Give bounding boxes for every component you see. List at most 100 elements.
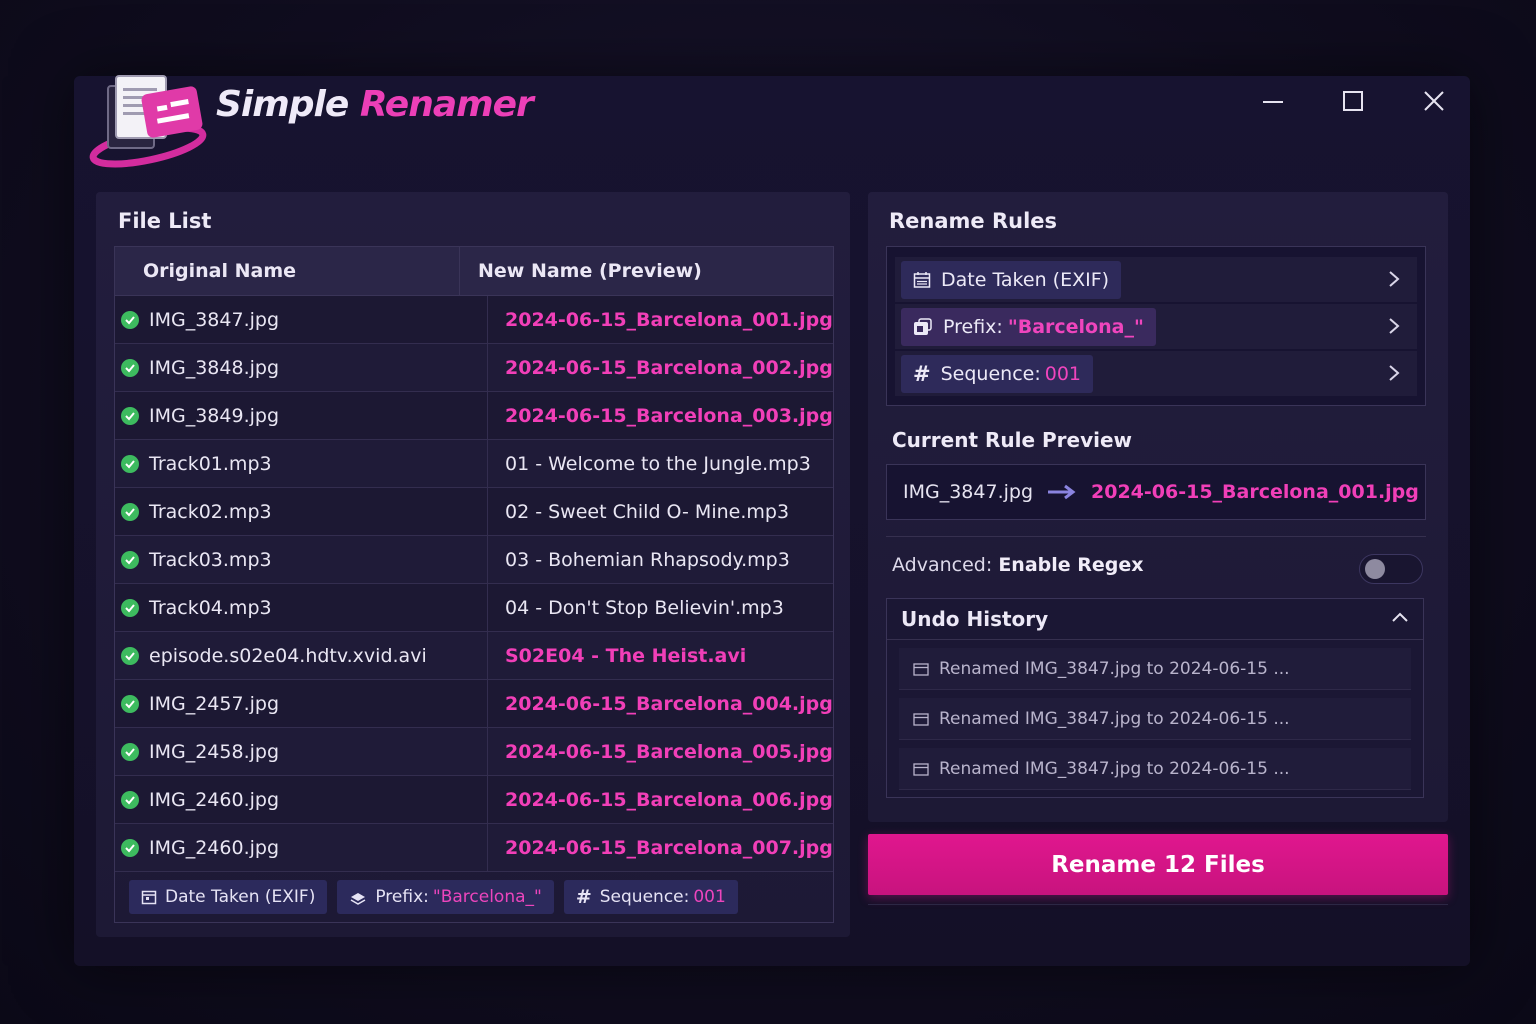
new-name-cell: 03 - Bohemian Rhapsody.mp3 <box>488 536 833 583</box>
rule-item-sequence[interactable]: # Sequence: 001 <box>895 351 1417 396</box>
original-name-cell: IMG_2458.jpg <box>115 728 488 775</box>
check-icon <box>121 838 139 857</box>
undo-item-text: Renamed IMG_3847.jpg to 2024-06-15 ... <box>939 708 1290 729</box>
rule-sequence-label: Sequence: <box>940 362 1041 385</box>
new-name: 2024-06-15_Barcelona_002.jpg <box>505 356 833 379</box>
regex-toggle[interactable] <box>1359 554 1423 584</box>
column-header-original[interactable]: Original Name <box>115 247 460 295</box>
close-button[interactable] <box>1414 86 1454 116</box>
undo-history-header[interactable]: Undo History <box>887 599 1423 640</box>
chip-date-taken[interactable]: Date Taken (EXIF) <box>129 880 328 914</box>
undo-item[interactable]: Renamed IMG_3847.jpg to 2024-06-15 ... <box>899 748 1411 790</box>
original-name-cell: Track03.mp3 <box>115 536 488 583</box>
table-row[interactable]: Track02.mp3 02 - Sweet Child O- Mine.mp3 <box>115 488 833 536</box>
chip-prefix-value: "Barcelona_" <box>432 887 542 907</box>
new-name: 01 - Welcome to the Jungle.mp3 <box>505 452 811 475</box>
check-icon <box>121 742 139 761</box>
table-body: IMG_3847.jpg 2024-06-15_Barcelona_001.jpg… <box>115 296 833 872</box>
chevron-right-icon <box>1389 271 1400 287</box>
calendar-icon <box>913 271 931 288</box>
original-name: IMG_2460.jpg <box>149 836 280 859</box>
chip-sequence-label: Sequence: <box>599 887 690 907</box>
table-row[interactable]: IMG_2460.jpg 2024-06-15_Barcelona_007.jpg <box>115 824 833 872</box>
table-row[interactable]: Track01.mp3 01 - Welcome to the Jungle.mp… <box>115 440 833 488</box>
rules-list: Date Taken (EXIF) Prefix: "Barcelona_" #… <box>886 246 1426 406</box>
original-name: IMG_2457.jpg <box>149 692 280 715</box>
rule-prefix-value: "Barcelona_" <box>1007 315 1144 338</box>
maximize-button[interactable] <box>1333 86 1373 116</box>
table-row[interactable]: IMG_2458.jpg 2024-06-15_Barcelona_005.jpg <box>115 728 833 776</box>
minimize-button[interactable] <box>1253 86 1293 116</box>
new-name: 2024-06-15_Barcelona_007.jpg <box>505 836 833 859</box>
column-header-new-name[interactable]: New Name (Preview) <box>460 247 833 295</box>
original-name: Track04.mp3 <box>149 596 272 619</box>
new-name-cell: 04 - Don't Stop Believin'.mp3 <box>488 584 833 631</box>
tag-icon <box>914 317 932 335</box>
new-name-cell: 2024-06-15_Barcelona_006.jpg <box>488 776 833 823</box>
new-name: 2024-06-15_Barcelona_003.jpg <box>505 404 833 427</box>
original-name: IMG_3847.jpg <box>149 308 280 331</box>
new-name: 2024-06-15_Barcelona_001.jpg <box>505 308 833 331</box>
table-row[interactable]: IMG_3849.jpg 2024-06-15_Barcelona_003.jpg <box>115 392 833 440</box>
undo-item-text: Renamed IMG_3847.jpg to 2024-06-15 ... <box>939 758 1290 779</box>
hash-icon: # <box>575 886 592 908</box>
original-name-cell: Track02.mp3 <box>115 488 488 535</box>
rule-pill-sequence: # Sequence: 001 <box>901 354 1093 393</box>
undo-item[interactable]: Renamed IMG_3847.jpg to 2024-06-15 ... <box>899 648 1411 690</box>
chip-prefix[interactable]: Prefix: "Barcelona_" <box>337 880 554 914</box>
rename-rules-title: Rename Rules <box>889 209 1058 233</box>
rule-date-label: Date Taken (EXIF) <box>941 268 1110 291</box>
new-name-cell: 2024-06-15_Barcelona_002.jpg <box>488 344 833 391</box>
rule-pill-prefix: Prefix: "Barcelona_" <box>901 307 1156 346</box>
original-name: IMG_3849.jpg <box>149 404 280 427</box>
original-name: Track01.mp3 <box>149 452 272 475</box>
table-row[interactable]: IMG_3847.jpg 2024-06-15_Barcelona_001.jpg <box>115 296 833 344</box>
check-icon <box>121 550 139 569</box>
original-name: Track02.mp3 <box>149 500 272 523</box>
undo-history: Undo History Renamed IMG_3847.jpg to 202… <box>886 598 1424 798</box>
rule-prefix-label: Prefix: <box>943 315 1003 338</box>
advanced-prefix: Advanced: <box>892 554 993 576</box>
table-row[interactable]: Track03.mp3 03 - Bohemian Rhapsody.mp3 <box>115 536 833 584</box>
table-row[interactable]: IMG_3848.jpg 2024-06-15_Barcelona_002.jpg <box>115 344 833 392</box>
chevron-up-icon <box>1392 612 1408 622</box>
minimize-icon <box>1263 101 1283 103</box>
hash-icon: # <box>913 361 931 386</box>
table-row[interactable]: IMG_2457.jpg 2024-06-15_Barcelona_004.jpg <box>115 680 833 728</box>
new-name: 2024-06-15_Barcelona_005.jpg <box>505 740 833 763</box>
check-icon <box>121 646 139 665</box>
toggle-knob <box>1365 559 1385 579</box>
undo-item-text: Renamed IMG_3847.jpg to 2024-06-15 ... <box>939 658 1290 679</box>
rule-item-prefix[interactable]: Prefix: "Barcelona_" <box>895 304 1417 349</box>
new-name-cell: 2024-06-15_Barcelona_007.jpg <box>488 824 833 871</box>
chip-sequence[interactable]: # Sequence: 001 <box>563 880 738 914</box>
new-name-cell: 2024-06-15_Barcelona_001.jpg <box>488 296 833 343</box>
app-title-part1: Simple <box>216 84 349 125</box>
original-name-cell: Track04.mp3 <box>115 584 488 631</box>
divider <box>886 536 1426 537</box>
original-name: IMG_3848.jpg <box>149 356 280 379</box>
rule-item-date-taken[interactable]: Date Taken (EXIF) <box>895 257 1417 302</box>
table-row[interactable]: Track04.mp3 04 - Don't Stop Believin'.mp3 <box>115 584 833 632</box>
undo-item[interactable]: Renamed IMG_3847.jpg to 2024-06-15 ... <box>899 698 1411 740</box>
new-name: 04 - Don't Stop Believin'.mp3 <box>505 596 784 619</box>
new-name: S02E04 - The Heist.avi <box>505 644 747 667</box>
table-row[interactable]: episode.s02e04.hdtv.xvid.avi S02E04 - The… <box>115 632 833 680</box>
undo-list: Renamed IMG_3847.jpg to 2024-06-15 ... Re… <box>887 648 1423 790</box>
original-name-cell: Track01.mp3 <box>115 440 488 487</box>
new-name: 2024-06-15_Barcelona_004.jpg <box>505 692 833 715</box>
app-title: Simple Renamer <box>216 84 534 125</box>
app-window: Simple Renamer File List Original Name N… <box>74 75 1470 966</box>
chevron-right-icon <box>1389 365 1400 381</box>
history-entry-icon <box>913 712 929 726</box>
file-table: Original Name New Name (Preview) IMG_384… <box>114 246 834 923</box>
rename-files-button[interactable]: Rename 12 Files <box>868 834 1448 895</box>
new-name-cell: 2024-06-15_Barcelona_003.jpg <box>488 392 833 439</box>
undo-history-title: Undo History <box>901 607 1049 631</box>
table-row[interactable]: IMG_2460.jpg 2024-06-15_Barcelona_006.jpg <box>115 776 833 824</box>
check-icon <box>121 502 139 521</box>
chip-sequence-value: 001 <box>693 887 726 907</box>
original-name-cell: IMG_2460.jpg <box>115 776 488 823</box>
original-name: Track03.mp3 <box>149 548 272 571</box>
original-name-cell: IMG_2457.jpg <box>115 680 488 727</box>
